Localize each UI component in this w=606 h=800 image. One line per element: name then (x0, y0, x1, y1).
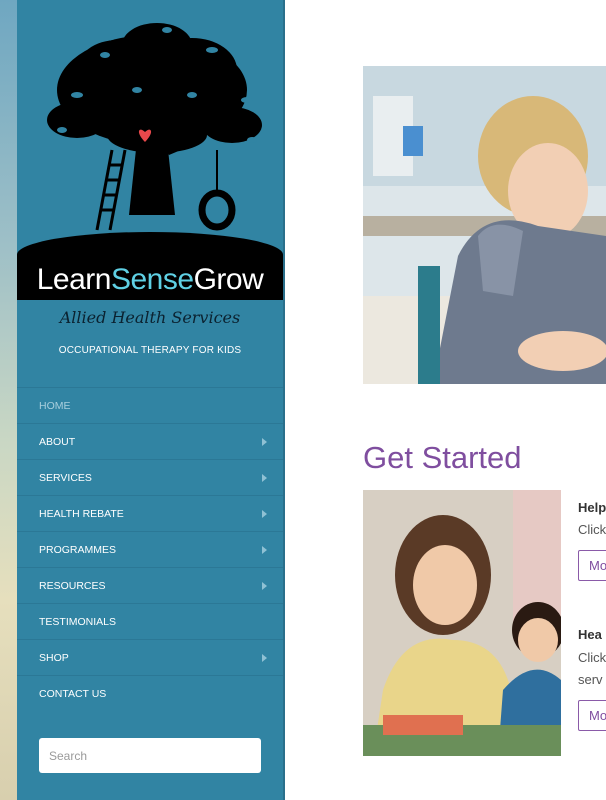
chevron-right-icon (262, 654, 267, 662)
hero-image (363, 66, 606, 384)
nav-item-testimonials[interactable]: TESTIMONIALS (17, 603, 283, 639)
nav-item-services[interactable]: SERVICES (17, 459, 283, 495)
sidebar: Learn Sense Grow Allied Health Services OC… (17, 0, 283, 800)
child-drawing-photo (363, 66, 606, 384)
nav-item-label: SHOP (39, 651, 69, 664)
nav-item-home[interactable]: HOME (17, 387, 283, 423)
nav-item-label: PROGRAMMES (39, 543, 117, 556)
nav-item-label: TESTIMONIALS (39, 615, 117, 628)
tree-icon (47, 23, 262, 231)
chevron-right-icon (262, 438, 267, 446)
chevron-right-icon (262, 546, 267, 554)
brand-name-part3: Grow (193, 263, 264, 296)
service-item-text-line2: serv (578, 672, 603, 687)
logo[interactable]: Learn Sense Grow Allied Health Services OC… (17, 0, 283, 356)
brand-subtitle: OCCUPATIONAL THERAPY FOR KIDS (58, 345, 242, 356)
nav-item-about[interactable]: ABOUT (17, 423, 283, 459)
service-item-text: Click (578, 650, 606, 665)
more-button[interactable]: Mo (578, 700, 606, 731)
nav-item-contact-us[interactable]: CONTACT US (17, 675, 283, 711)
service-item-text: Click (578, 522, 606, 537)
main-nav: HOME ABOUT SERVICES HEALTH REBATE PROGRA… (17, 387, 283, 711)
service-item-title: Hea (578, 627, 602, 642)
teacher-child-image (363, 490, 561, 756)
brand-name-part1: Learn (36, 263, 112, 296)
nav-item-label: RESOURCES (39, 579, 106, 592)
nav-item-label: HEALTH REBATE (39, 507, 124, 520)
nav-item-programmes[interactable]: PROGRAMMES (17, 531, 283, 567)
nav-item-shop[interactable]: SHOP (17, 639, 283, 675)
brand-name-part2: Sense (110, 263, 194, 296)
sidebar-border (283, 0, 285, 800)
nav-item-label: HOME (39, 399, 71, 412)
teacher-child-photo (363, 490, 561, 756)
chevron-right-icon (262, 582, 267, 590)
brand-name: Learn Sense Grow (17, 262, 283, 298)
nav-item-label: ABOUT (39, 435, 76, 448)
brand-tagline: Allied Health Services (59, 308, 241, 327)
nav-item-label: CONTACT US (39, 687, 107, 700)
nav-item-health-rebate[interactable]: HEALTH REBATE (17, 495, 283, 531)
chevron-right-icon (262, 474, 267, 482)
nav-item-label: SERVICES (39, 471, 92, 484)
section-heading: Get Started (363, 440, 522, 475)
nav-item-resources[interactable]: RESOURCES (17, 567, 283, 603)
service-item-title: Help (578, 500, 606, 515)
search-input[interactable] (39, 738, 261, 773)
more-button[interactable]: Mo (578, 550, 606, 581)
chevron-right-icon (262, 510, 267, 518)
page-left-background (0, 0, 17, 800)
